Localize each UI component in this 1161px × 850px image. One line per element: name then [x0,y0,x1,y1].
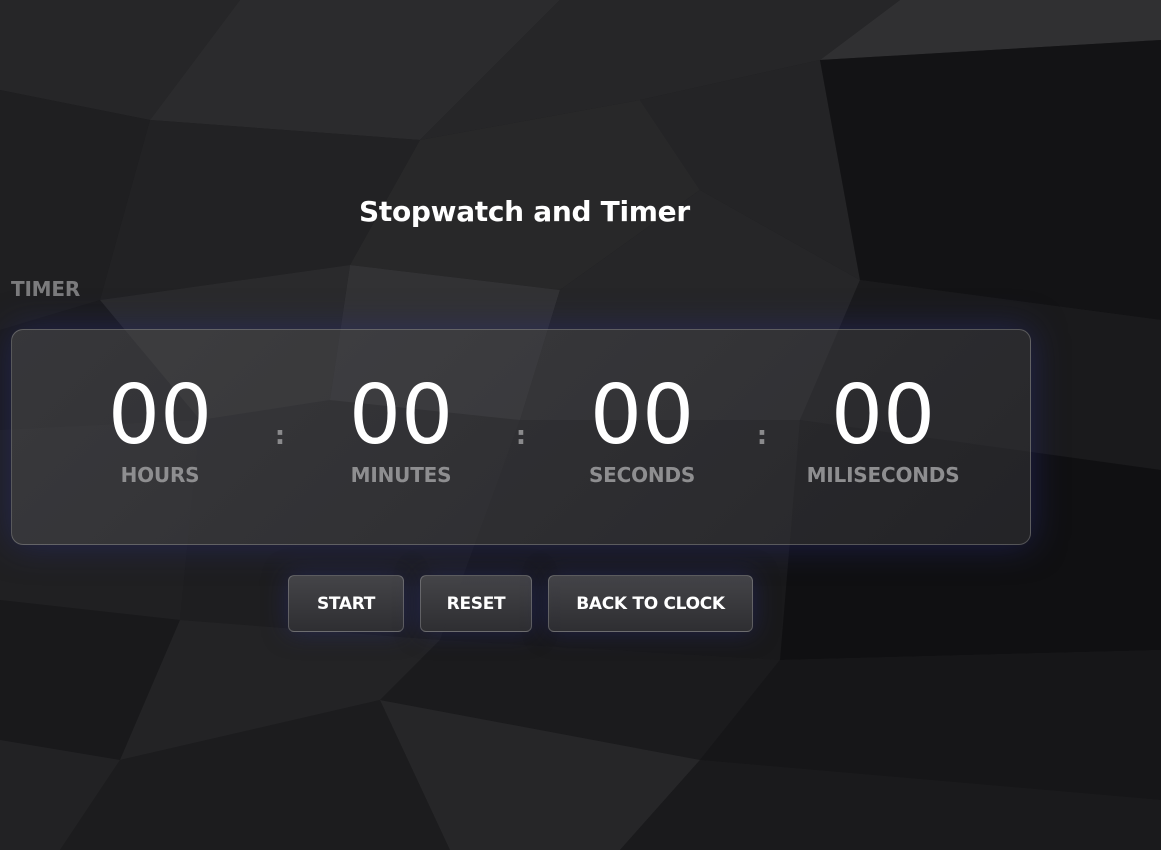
reset-button[interactable]: RESET [420,575,532,632]
back-to-clock-button[interactable]: BACK TO CLOCK [548,575,753,632]
minutes-unit: 00 MINUTES [301,370,501,488]
seconds-label: SECONDS [588,463,696,487]
hours-label: HOURS [120,463,200,487]
milliseconds-value: 00 [830,368,936,463]
hours-unit: 00 HOURS [60,370,260,488]
hours-value: 00 [107,368,213,463]
milliseconds-label: MILISECONDS [806,463,960,487]
separator: : [274,421,286,451]
seconds-value: 00 [589,368,695,463]
timer-section-label: TIMER [11,277,81,301]
separator: : [756,421,768,451]
page-title: Stopwatch and Timer [359,195,690,228]
milliseconds-unit: 00 MILISECONDS [783,370,983,488]
start-button[interactable]: START [288,575,404,632]
timer-display: 00 HOURS : 00 MINUTES : 00 SECONDS : 00 … [11,329,1031,545]
seconds-unit: 00 SECONDS [542,370,742,488]
minutes-value: 00 [348,368,454,463]
separator: : [515,421,527,451]
minutes-label: MINUTES [350,463,452,487]
